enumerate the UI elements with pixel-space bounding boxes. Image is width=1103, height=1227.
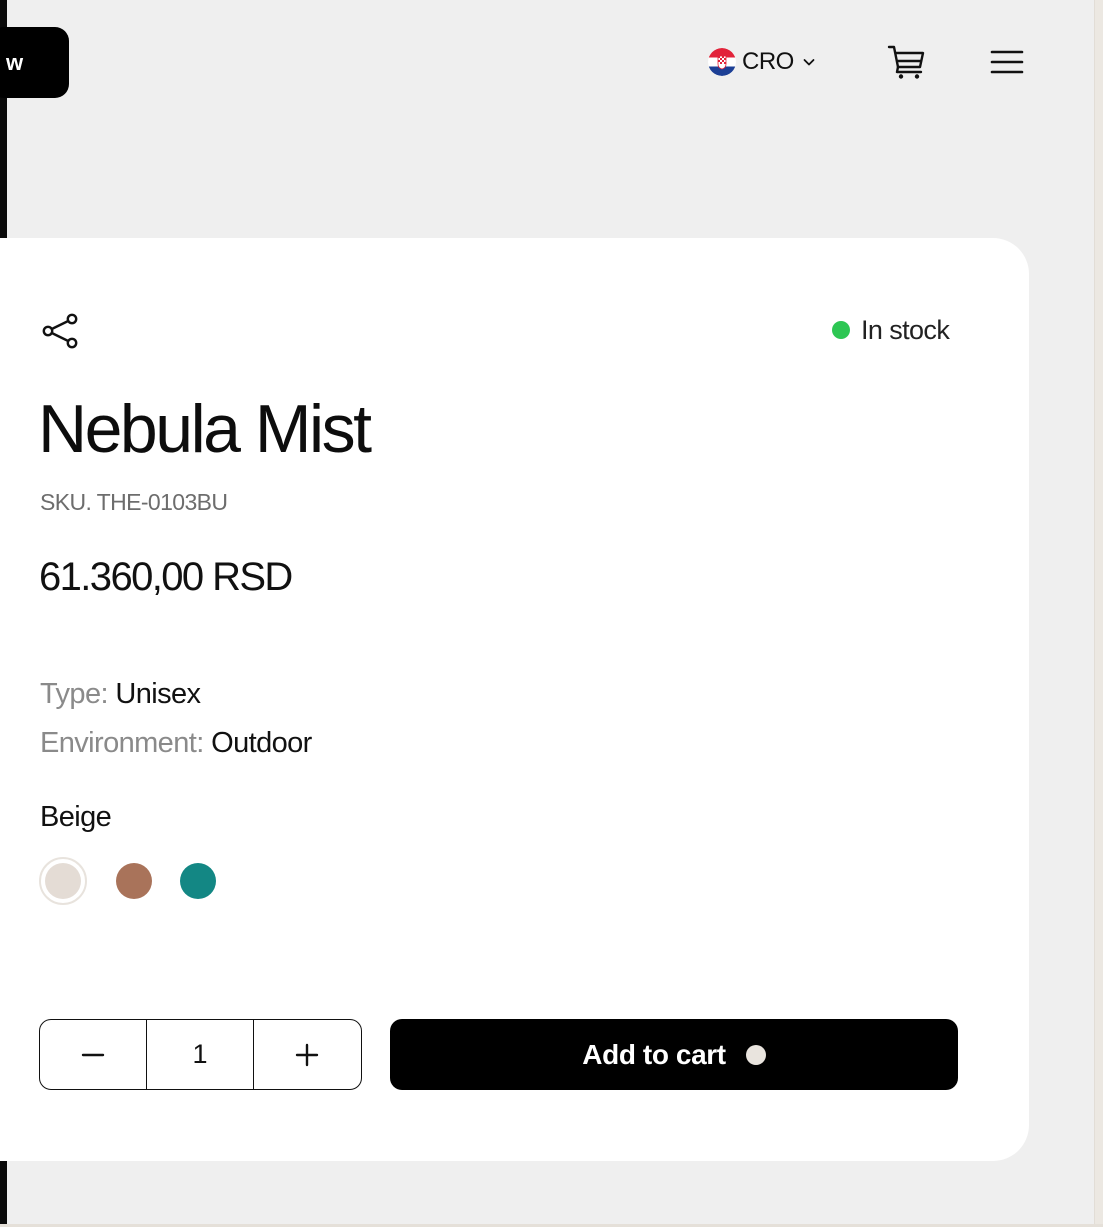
stock-status-label: In stock [861, 314, 950, 345]
share-icon[interactable] [40, 311, 80, 351]
decrease-quantity-button[interactable] [40, 1020, 146, 1089]
color-swatch-fill [45, 863, 81, 899]
selected-color-label: Beige [40, 801, 112, 833]
color-swatch-brown[interactable] [116, 863, 152, 899]
product-sku: SKU. THE-0103BU [40, 489, 228, 515]
croatia-flag-icon [708, 48, 736, 76]
attribute-value: Unisex [115, 678, 201, 710]
add-to-cart-label: Add to cart [582, 1038, 726, 1070]
language-selector[interactable]: CRO [708, 48, 816, 76]
add-to-cart-button[interactable]: Add to cart [390, 1019, 958, 1090]
color-swatch-beige[interactable] [39, 857, 87, 905]
attribute-key: Environment: [40, 727, 204, 759]
attribute-key: Type: [40, 678, 109, 710]
header-actions: CRO [708, 40, 1024, 84]
quantity-stepper: 1 [39, 1019, 362, 1090]
stock-status: In stock [832, 312, 950, 348]
quantity-input[interactable]: 1 [146, 1020, 254, 1089]
product-price: 61.360,00 RSD [39, 555, 293, 599]
partial-black-button[interactable]: w [0, 27, 69, 98]
attribute-environment: Environment: Outdoor [40, 727, 312, 760]
partial-black-button-label: w [6, 49, 24, 75]
minus-icon [81, 1053, 105, 1056]
product-title: Nebula Mist [38, 391, 372, 467]
hamburger-menu-icon[interactable] [988, 43, 1026, 81]
attribute-type: Type: Unisex [40, 678, 201, 711]
cart-icon[interactable] [886, 41, 928, 83]
chevron-down-icon [803, 59, 815, 66]
attribute-value: Outdoor [211, 727, 312, 759]
right-frame-edge [1094, 0, 1103, 1227]
language-code: CRO [742, 48, 794, 75]
increase-quantity-button[interactable] [254, 1020, 360, 1089]
button-dot-icon [745, 1044, 766, 1065]
stock-indicator-dot [832, 321, 850, 339]
plus-icon [295, 1043, 319, 1066]
color-swatch-teal[interactable] [180, 863, 216, 899]
